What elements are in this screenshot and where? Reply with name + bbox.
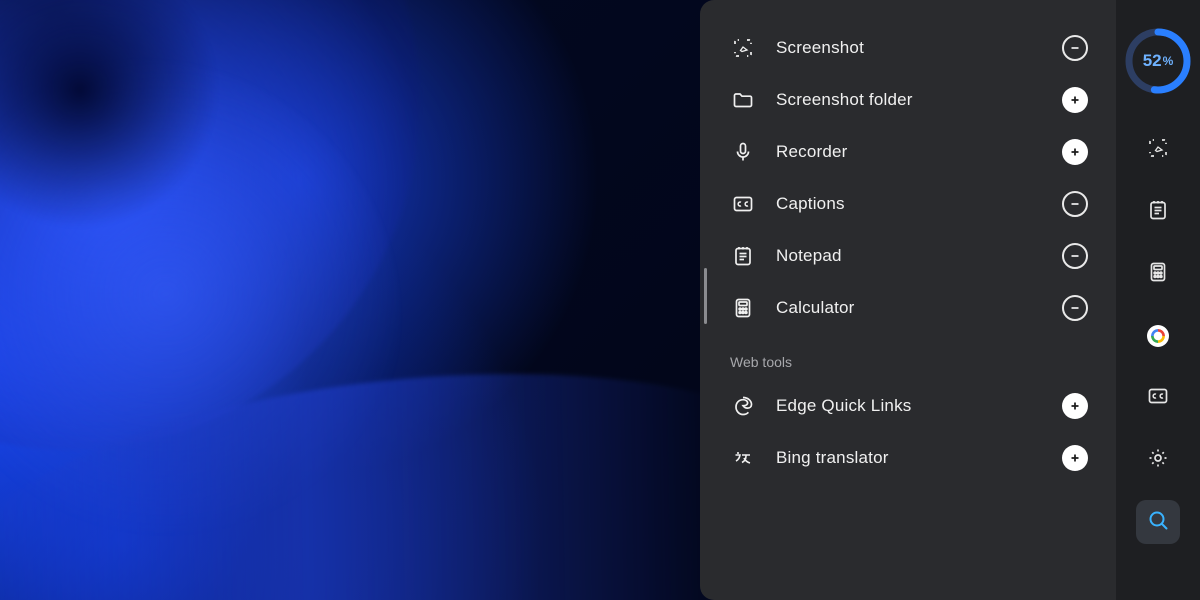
- tool-item-label: Recorder: [776, 142, 1042, 162]
- search-icon: [1146, 508, 1170, 537]
- remove-button[interactable]: [1062, 243, 1088, 269]
- tool-item-label: Bing translator: [776, 448, 1042, 468]
- add-button[interactable]: [1062, 445, 1088, 471]
- tool-item-screenshot[interactable]: Screenshot: [700, 22, 1116, 74]
- tool-item-label: Screenshot: [776, 38, 1042, 58]
- calculator-icon: [1146, 260, 1170, 289]
- microphone-icon: [730, 140, 756, 164]
- tool-item-recorder[interactable]: Recorder: [700, 126, 1116, 178]
- sidebar-calculator[interactable]: [1136, 252, 1180, 296]
- sidebar-captions[interactable]: [1136, 376, 1180, 420]
- tool-item-bing-translator[interactable]: Bing translator: [700, 432, 1116, 484]
- notepad-icon: [730, 244, 756, 268]
- right-sidebar: 52%: [1116, 0, 1200, 600]
- remove-button[interactable]: [1062, 191, 1088, 217]
- screenshot-icon: [730, 36, 756, 60]
- tool-item-label: Edge Quick Links: [776, 396, 1042, 416]
- tool-item-edge-quick-links[interactable]: Edge Quick Links: [700, 380, 1116, 432]
- screenshot-icon: [1146, 136, 1170, 165]
- notepad-icon: [1146, 198, 1170, 227]
- google-icon: [1147, 325, 1169, 347]
- tool-item-label: Notepad: [776, 246, 1042, 266]
- scroll-indicator[interactable]: [704, 268, 707, 324]
- tool-item-label: Captions: [776, 194, 1042, 214]
- gear-icon: [1146, 446, 1170, 475]
- tool-item-label: Calculator: [776, 298, 1042, 318]
- sidebar-screenshot[interactable]: [1136, 128, 1180, 172]
- tool-item-notepad[interactable]: Notepad: [700, 230, 1116, 282]
- tool-item-label: Screenshot folder: [776, 90, 1042, 110]
- usage-gauge[interactable]: 52%: [1123, 26, 1193, 96]
- sidebar-google[interactable]: [1136, 314, 1180, 358]
- captions-icon: [730, 192, 756, 216]
- tool-item-captions[interactable]: Captions: [700, 178, 1116, 230]
- section-header-web-tools: Web tools: [700, 334, 1116, 380]
- usage-gauge-label: 52%: [1123, 26, 1193, 96]
- add-button[interactable]: [1062, 139, 1088, 165]
- add-button[interactable]: [1062, 393, 1088, 419]
- add-button[interactable]: [1062, 87, 1088, 113]
- tool-item-calculator[interactable]: Calculator: [700, 282, 1116, 334]
- tool-item-screenshot-folder[interactable]: Screenshot folder: [700, 74, 1116, 126]
- tools-panel: Screenshot Screenshot folder Recorder: [700, 0, 1116, 600]
- sidebar-search[interactable]: [1136, 500, 1180, 544]
- calculator-icon: [730, 296, 756, 320]
- sidebar-notepad[interactable]: [1136, 190, 1180, 234]
- edge-icon: [730, 394, 756, 418]
- translate-icon: [730, 446, 756, 470]
- remove-button[interactable]: [1062, 295, 1088, 321]
- folder-icon: [730, 88, 756, 112]
- captions-icon: [1146, 384, 1170, 413]
- remove-button[interactable]: [1062, 35, 1088, 61]
- sidebar-settings[interactable]: [1136, 438, 1180, 482]
